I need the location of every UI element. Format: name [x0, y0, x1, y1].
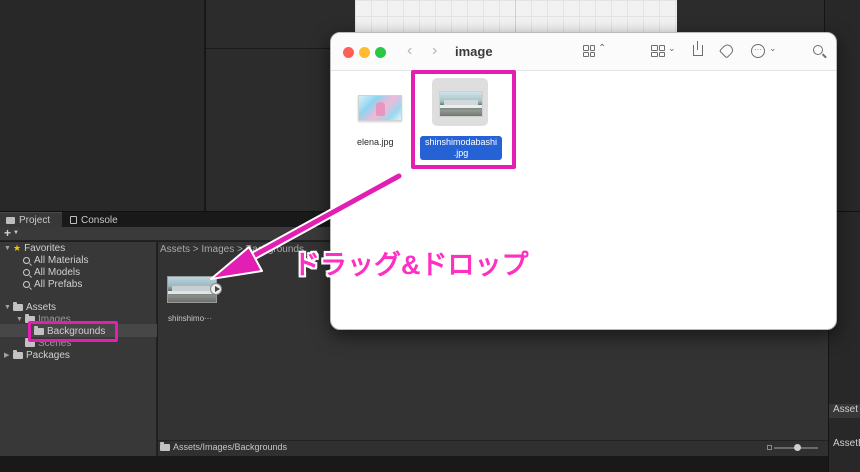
asset-item-label: shinshimo···: [168, 314, 213, 323]
zoom-slider-knob[interactable]: [794, 444, 801, 451]
folder-icon: [6, 217, 15, 224]
tree-item-label: Assets: [26, 301, 57, 313]
tab-console-label: Console: [81, 214, 118, 226]
tree-item-all-prefabs[interactable]: All Prefabs: [23, 278, 82, 290]
tree-item-all-materials[interactable]: All Materials: [23, 254, 88, 266]
tree-item-packages[interactable]: ▶ Packages: [4, 349, 70, 361]
share-icon[interactable]: [693, 41, 703, 56]
tab-console[interactable]: Console: [64, 212, 134, 228]
finder-toolbar: ‹ › image ⌃ ⌄ ··· ⌄: [331, 33, 836, 71]
tree-item-favorites[interactable]: ▼ ★ Favorites: [4, 242, 65, 254]
folder-icon: [13, 349, 23, 359]
highlight-box-file: [411, 70, 516, 169]
tree-item-label: All Models: [34, 266, 81, 278]
highlight-box-folder: [28, 321, 118, 342]
console-icon: [70, 216, 77, 224]
chevron-down-icon[interactable]: ▼: [4, 304, 13, 311]
search-icon: [23, 268, 30, 276]
tab-project-label: Project: [19, 215, 51, 226]
chevron-right-icon[interactable]: ▶: [4, 351, 13, 359]
search-icon: [23, 280, 30, 288]
folder-icon: [160, 441, 170, 451]
tree-item-all-models[interactable]: All Models: [23, 266, 80, 278]
tree-item-assets[interactable]: ▼ Assets: [4, 301, 56, 313]
forward-icon[interactable]: ›: [432, 42, 437, 60]
create-button[interactable]: + ▼: [4, 227, 19, 240]
editor-bottom-bar: [0, 456, 860, 472]
play-icon[interactable]: [210, 283, 222, 295]
tree-item-label: All Prefabs: [34, 278, 83, 290]
status-path-label: Assets/Images/Backgrounds: [173, 442, 288, 452]
back-icon[interactable]: ‹: [407, 42, 412, 60]
tag-icon[interactable]: [718, 42, 736, 59]
tree-item-label: Favorites: [24, 242, 66, 254]
grid-view-icon[interactable]: [583, 45, 595, 57]
drag-and-drop-caption: ドラッグ&ドロップ: [293, 250, 529, 280]
chevron-down-icon: ▼: [13, 230, 19, 237]
close-window-button[interactable]: [343, 47, 354, 58]
zoom-window-button[interactable]: [375, 47, 386, 58]
more-icon[interactable]: ···: [751, 44, 765, 58]
thumb-figure: [376, 102, 385, 116]
game-view-canvas: [355, 0, 677, 32]
group-view-icon[interactable]: [651, 45, 665, 57]
view-options-chevron-icon[interactable]: ⌃: [598, 43, 606, 54]
canvas-divider: [515, 0, 516, 32]
tree-item-label: All Materials: [34, 254, 89, 266]
tree-item-label: Packages: [26, 349, 70, 361]
search-icon: [23, 256, 30, 264]
status-path: Assets/Images/Backgrounds: [160, 441, 288, 452]
finder-window: ‹ › image ⌃ ⌄ ··· ⌄ elena.jpg shinshimod…: [330, 32, 837, 330]
chevron-down-icon[interactable]: ▼: [16, 316, 25, 323]
star-icon: ★: [13, 242, 22, 253]
grid-size-icon: [767, 445, 772, 450]
folder-icon: [13, 301, 23, 311]
search-icon[interactable]: [813, 45, 823, 55]
plus-icon: +: [4, 226, 12, 240]
breadcrumb[interactable]: Assets > Images > Backgrounds: [160, 244, 304, 255]
chevron-down-icon[interactable]: ⌄: [769, 43, 777, 54]
finder-title: image: [455, 44, 493, 59]
minimize-window-button[interactable]: [359, 47, 370, 58]
file-name-elena[interactable]: elena.jpg: [357, 137, 394, 147]
chevron-down-icon[interactable]: ⌄: [668, 43, 676, 54]
file-thumbnail-elena[interactable]: [358, 95, 402, 121]
inspector-label-2: AssetB: [833, 438, 860, 449]
inspector-label: Asset: [829, 404, 860, 418]
chevron-down-icon[interactable]: ▼: [4, 245, 13, 252]
